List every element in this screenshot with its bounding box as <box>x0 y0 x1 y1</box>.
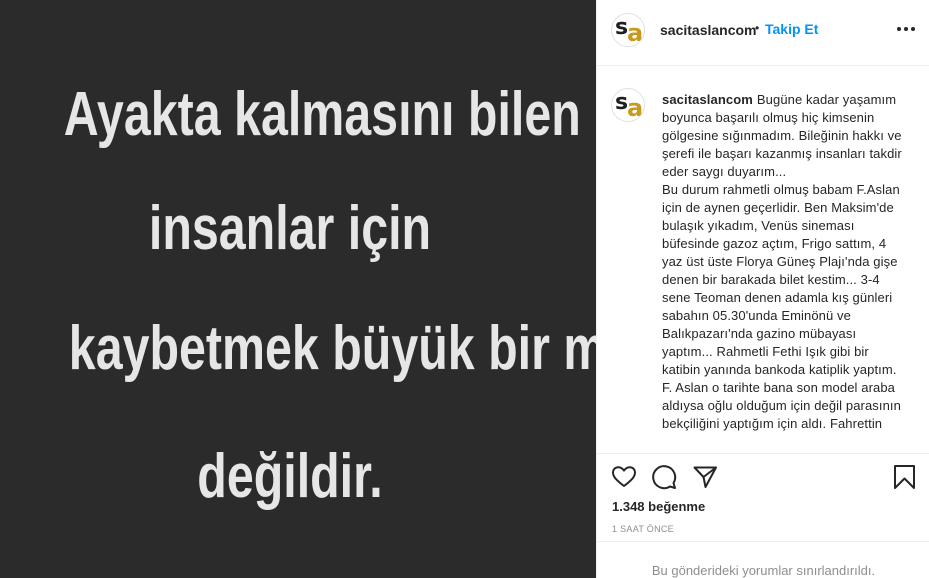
caption-paragraph: Bu durum rahmetli olmuş babam F.Aslan iç… <box>662 182 901 431</box>
heart-icon[interactable] <box>611 464 637 490</box>
separator-dot: • <box>755 21 760 35</box>
post-header: s a sacitaslancom • Takip Et <box>597 0 929 66</box>
comments-limited-notice: Bu gönderideki yorumlar sınırlandırıldı. <box>597 541 929 578</box>
avatar-letter: a <box>627 94 644 122</box>
image-text-line: Ayakta kalmasını bilen <box>63 80 581 149</box>
caption-area[interactable]: s a sacitaslancom Bugüne kadar yaşamım bo… <box>597 66 929 453</box>
more-horizontal-icon[interactable] <box>897 26 915 32</box>
caption-username-link[interactable]: sacitaslancom <box>662 92 753 107</box>
share-icon[interactable] <box>692 464 718 490</box>
avatar[interactable]: s a <box>611 88 645 122</box>
follow-button[interactable]: Takip Et <box>765 21 818 37</box>
image-text-line: kaybetmek büyük bir mesele <box>68 314 728 383</box>
avatar[interactable]: s a <box>611 13 645 47</box>
action-bar: 1.348 beğenme 1 SAAT ÖNCE <box>597 453 929 541</box>
post-image: Ayakta kalmasını bilen insanlar için kay… <box>0 0 728 578</box>
comment-icon[interactable] <box>651 464 677 490</box>
post-timestamp[interactable]: 1 SAAT ÖNCE <box>612 524 674 534</box>
caption-text: sacitaslancom Bugüne kadar yaşamım boyunc… <box>662 91 904 433</box>
bookmark-icon[interactable] <box>892 464 918 490</box>
avatar-letter: a <box>627 19 644 47</box>
image-text-line: insanlar için <box>148 194 432 263</box>
image-text-line: değildir. <box>197 442 383 511</box>
likes-count[interactable]: 1.348 beğenme <box>612 499 705 514</box>
username-link[interactable]: sacitaslancom <box>660 22 757 38</box>
post-side-panel: s a sacitaslancom • Takip Et s a sacitas… <box>596 0 929 578</box>
